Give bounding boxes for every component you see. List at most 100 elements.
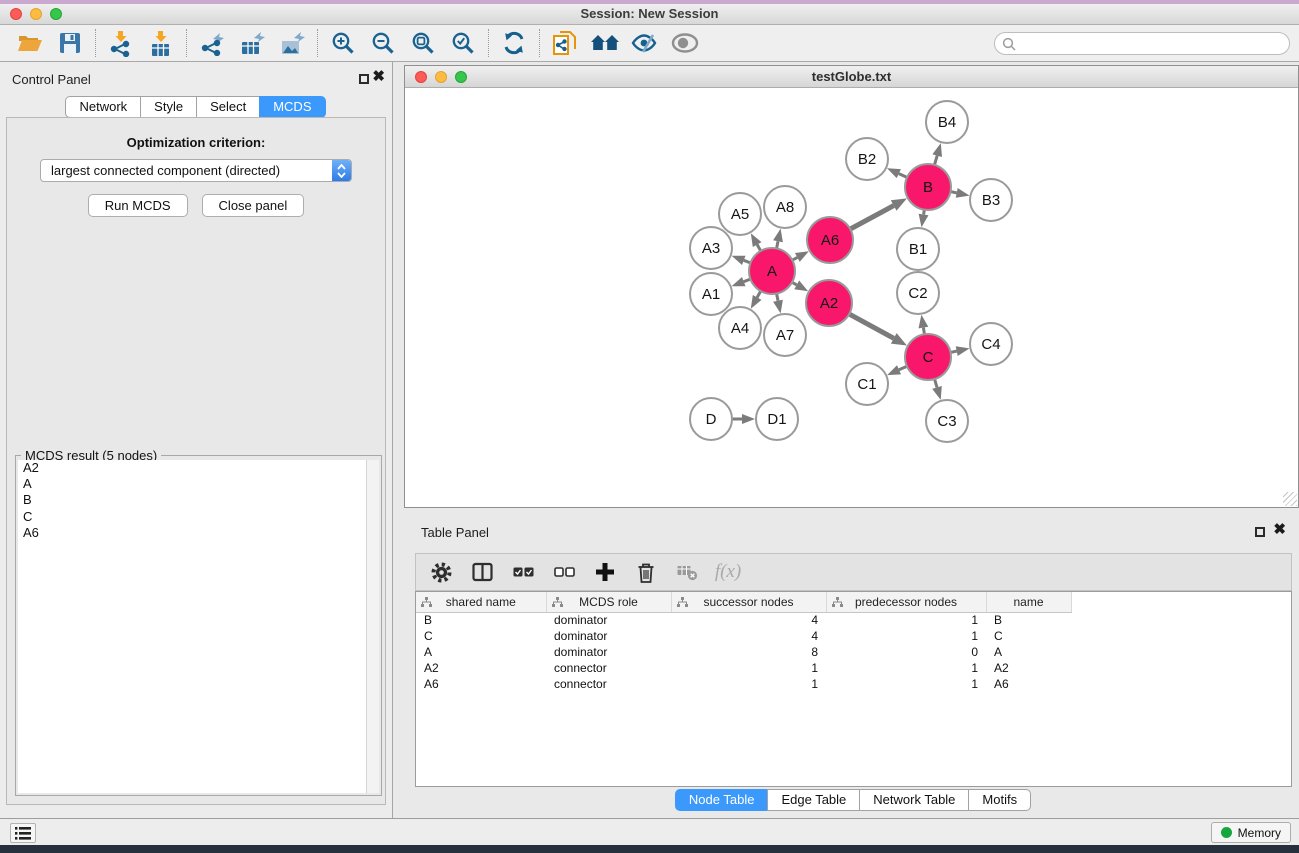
column-header[interactable]: shared name: [416, 592, 546, 612]
table-cell[interactable]: A2: [986, 660, 1071, 676]
refresh-view-button[interactable]: [494, 27, 534, 59]
select-all-columns-button[interactable]: [511, 567, 535, 577]
table-cell[interactable]: 8: [671, 644, 826, 660]
zoom-fit-button[interactable]: [403, 27, 443, 59]
tab-edge-table[interactable]: Edge Table: [767, 789, 860, 811]
table-cell[interactable]: A6: [986, 676, 1071, 692]
table-cell[interactable]: A6: [416, 676, 546, 692]
result-item[interactable]: A2: [18, 460, 379, 476]
table-cell[interactable]: 1: [671, 660, 826, 676]
toolbar-search[interactable]: [994, 32, 1290, 55]
table-cell[interactable]: 1: [826, 628, 986, 644]
open-session-button[interactable]: [10, 27, 50, 59]
table-cell[interactable]: 1: [826, 660, 986, 676]
tab-network-table[interactable]: Network Table: [859, 789, 969, 811]
network-canvas[interactable]: B4B2BB3A8A5A6A3B1AA1C2A2A4A7C4CC1C3DD1: [406, 89, 1297, 506]
hide-graphics-button[interactable]: [625, 27, 665, 59]
table-cell[interactable]: C: [986, 628, 1071, 644]
table-cell[interactable]: 1: [671, 676, 826, 692]
tab-style[interactable]: Style: [140, 96, 197, 118]
run-mcds-button[interactable]: Run MCDS: [88, 194, 188, 217]
result-item[interactable]: C: [18, 509, 379, 525]
unselect-all-columns-button[interactable]: [552, 567, 576, 577]
table-cell[interactable]: connector: [546, 676, 671, 692]
tab-node-table[interactable]: Node Table: [675, 789, 769, 811]
delete-column-button[interactable]: [634, 562, 658, 583]
table-cell[interactable]: C: [416, 628, 546, 644]
table-cell[interactable]: 1: [826, 676, 986, 692]
task-history-button[interactable]: [10, 823, 36, 843]
tab-motifs[interactable]: Motifs: [968, 789, 1031, 811]
float-table-panel-icon[interactable]: [1255, 527, 1265, 537]
result-item[interactable]: A: [18, 476, 379, 492]
tab-network[interactable]: Network: [65, 96, 141, 118]
table-row[interactable]: Bdominator41B: [416, 612, 1291, 628]
table-cell[interactable]: 1: [826, 612, 986, 628]
table-row[interactable]: A2connector11A2: [416, 660, 1291, 676]
zoom-selected-button[interactable]: [443, 27, 483, 59]
column-header[interactable]: MCDS role: [546, 592, 671, 612]
table-cell[interactable]: B: [986, 612, 1071, 628]
function-builder-button[interactable]: f(x): [716, 561, 740, 583]
result-scrollbar[interactable]: [366, 460, 379, 793]
save-session-button[interactable]: [50, 27, 90, 59]
create-column-button[interactable]: [593, 562, 617, 582]
edge-arrowhead: [795, 251, 809, 262]
network-zoom-button[interactable]: [455, 71, 467, 83]
float-panel-icon[interactable]: [359, 74, 369, 84]
table-row[interactable]: A6connector11A6: [416, 676, 1291, 692]
search-icon: [1002, 37, 1016, 51]
clone-network-button[interactable]: [545, 27, 585, 59]
tab-mcds[interactable]: MCDS: [259, 96, 325, 118]
table-cell[interactable]: dominator: [546, 644, 671, 660]
show-column-button[interactable]: [470, 562, 494, 582]
table-cell[interactable]: A: [416, 644, 546, 660]
edge-arrowhead: [794, 281, 808, 292]
column-header[interactable]: successor nodes: [671, 592, 826, 612]
import-network-button[interactable]: [101, 27, 141, 59]
memory-button[interactable]: Memory: [1211, 822, 1291, 843]
table-row[interactable]: Cdominator41C: [416, 628, 1291, 644]
import-table-button[interactable]: [141, 27, 181, 59]
close-panel-icon[interactable]: ✖: [372, 68, 385, 86]
tab-select[interactable]: Select: [196, 96, 260, 118]
search-input[interactable]: [1021, 36, 1289, 51]
column-header[interactable]: predecessor nodes: [826, 592, 986, 612]
column-header[interactable]: name: [986, 592, 1071, 612]
zoom-window-button[interactable]: [50, 8, 62, 20]
table-cell[interactable]: dominator: [546, 612, 671, 628]
close-panel-button[interactable]: Close panel: [202, 194, 305, 217]
resize-grip-icon[interactable]: [1283, 492, 1297, 506]
criterion-dropdown[interactable]: largest connected component (directed): [40, 159, 352, 182]
show-graphics-button[interactable]: [665, 27, 705, 59]
table-cell[interactable]: B: [416, 612, 546, 628]
zoom-in-button[interactable]: [323, 27, 363, 59]
network-close-button[interactable]: [415, 71, 427, 83]
delete-table-button[interactable]: [675, 563, 699, 581]
minimize-window-button[interactable]: [30, 8, 42, 20]
network-window-titlebar[interactable]: testGlobe.txt: [405, 66, 1298, 88]
export-network-button[interactable]: [192, 27, 232, 59]
table-cell[interactable]: 0: [826, 644, 986, 660]
home-layout-button[interactable]: [585, 27, 625, 59]
table-row[interactable]: Adominator80A: [416, 644, 1291, 660]
table-cell[interactable]: 4: [671, 612, 826, 628]
mcds-result-list[interactable]: A2ABCA6: [18, 460, 379, 793]
network-minimize-button[interactable]: [435, 71, 447, 83]
result-item[interactable]: B: [18, 492, 379, 508]
graph-node-label: A5: [731, 206, 749, 223]
table-cell[interactable]: 4: [671, 628, 826, 644]
close-window-button[interactable]: [10, 8, 22, 20]
table-cell[interactable]: A2: [416, 660, 546, 676]
network-graph[interactable]: B4B2BB3A8A5A6A3B1AA1C2A2A4A7C4CC1C3DD1: [406, 89, 1299, 507]
table-cell[interactable]: A: [986, 644, 1071, 660]
table-cell[interactable]: connector: [546, 660, 671, 676]
close-table-panel-icon[interactable]: ✖: [1273, 521, 1286, 539]
export-table-button[interactable]: [232, 27, 272, 59]
table-settings-button[interactable]: [429, 562, 453, 583]
export-image-button[interactable]: [272, 27, 312, 59]
zoom-out-button[interactable]: [363, 27, 403, 59]
result-item[interactable]: A6: [18, 525, 379, 541]
table-cell[interactable]: dominator: [546, 628, 671, 644]
node-table[interactable]: shared nameMCDS rolesuccessor nodesprede…: [415, 591, 1292, 787]
